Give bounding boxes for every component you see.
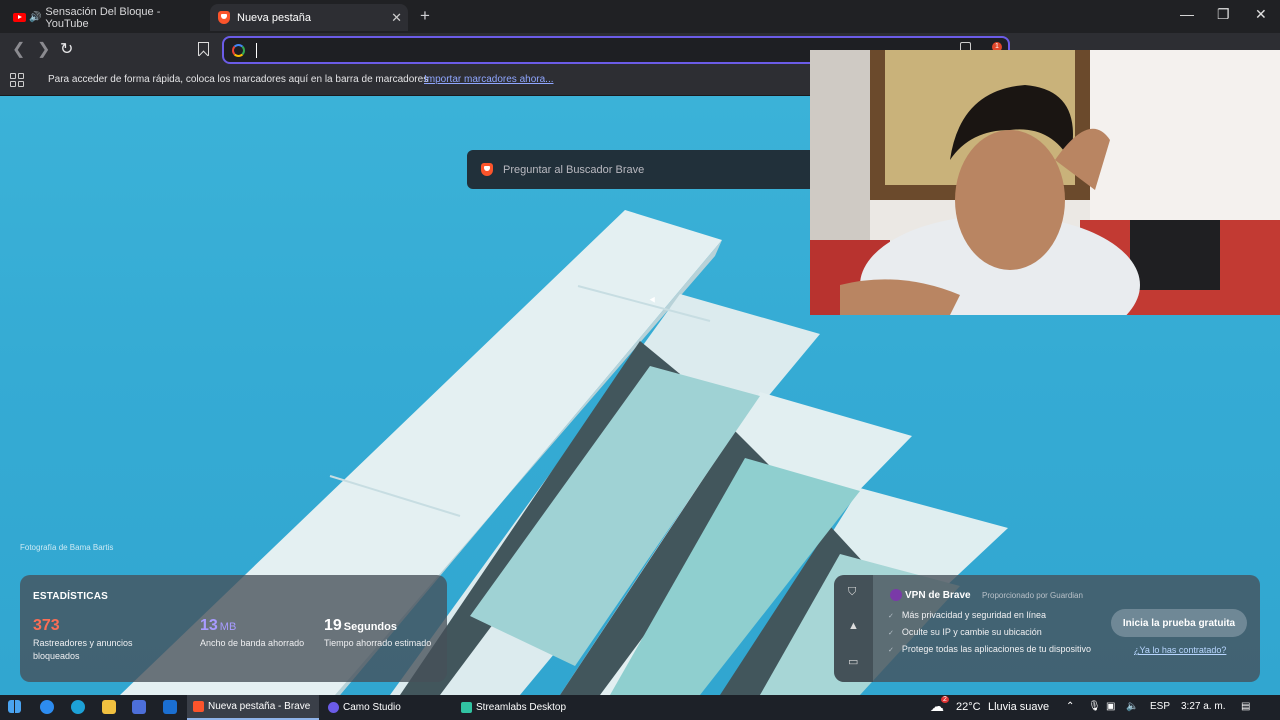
bookmarks-hint: Para acceder de forma rápida, coloca los…	[48, 74, 429, 85]
minimize-icon[interactable]: —	[1180, 6, 1194, 22]
brave-search-icon	[481, 163, 493, 176]
stat-time: 19 Segundos Tiempo ahorrado estimado	[324, 617, 434, 650]
notifications-icon[interactable]: ▤	[1241, 701, 1250, 712]
stats-widget: ESTADÍSTICAS 373 Rastreadores y anuncios…	[20, 575, 447, 682]
widget-sidebar: ⛉ ▲ ▭	[834, 575, 873, 682]
edge-icon[interactable]	[71, 700, 85, 714]
store-icon[interactable]	[132, 700, 146, 714]
vpn-feature: Oculte su IP y cambie su ubicación	[888, 627, 1042, 637]
copilot-icon[interactable]	[40, 700, 54, 714]
stat-label: Tiempo ahorrado estimado	[324, 638, 432, 648]
tab-youtube[interactable]: 🔊 Sensación Del Bloque - YouTube	[6, 4, 206, 31]
text-caret	[256, 43, 257, 58]
tab-title: Nueva pestaña	[237, 11, 311, 24]
stat-label: Rastreadores y anuncios bloqueados	[33, 638, 133, 661]
windows-taskbar: Nueva pestaña - Brave Camo Studio Stream…	[0, 695, 1280, 720]
youtube-icon	[13, 13, 26, 22]
taskbar-app-label: Streamlabs Desktop	[476, 702, 567, 713]
vpn-feature: Protege todas las aplicaciones de tu dis…	[888, 644, 1091, 654]
vpn-title: VPN de Brave	[905, 590, 971, 601]
weather-temp[interactable]: 22°C	[956, 701, 981, 713]
tab-strip: 🔊 Sensación Del Bloque - YouTube Nueva p…	[0, 0, 1280, 33]
webcam-overlay	[810, 50, 1280, 315]
photo-credit[interactable]: Fotografía de Bama Bartis	[20, 543, 113, 552]
app-icon[interactable]	[163, 700, 177, 714]
brave-search-box[interactable]	[467, 150, 817, 189]
language-indicator[interactable]: ESP	[1150, 701, 1170, 712]
google-icon	[232, 44, 245, 57]
taskbar-app-camo[interactable]: Camo Studio	[322, 695, 452, 720]
stat-value: 19	[324, 617, 342, 634]
already-subscribed-link[interactable]: ¿Ya lo has contratado?	[1134, 645, 1226, 655]
file-explorer-icon[interactable]	[102, 700, 116, 714]
vpn-widget: ⛉ ▲ ▭ VPN de Brave Proporcionado por Gua…	[834, 575, 1260, 682]
back-icon[interactable]: ❮	[12, 39, 25, 59]
stat-value: 13	[200, 617, 218, 634]
brave-icon	[193, 701, 204, 712]
new-tab-button[interactable]: +	[420, 6, 430, 26]
webcam-video	[810, 50, 1280, 315]
volume-icon[interactable]: 🔈	[1126, 701, 1138, 712]
taskbar-app-label: Nueva pestaña - Brave	[208, 701, 311, 712]
brave-icon	[218, 11, 230, 24]
import-bookmarks-link[interactable]: Importar marcadores ahora...	[424, 74, 554, 85]
tab-title: Sensación Del Bloque - YouTube	[45, 5, 161, 30]
microphone-icon[interactable]: 🎙	[1088, 701, 1101, 712]
weather-badge: 2	[941, 696, 949, 703]
start-trial-button[interactable]: Inicia la prueba gratuita	[1111, 609, 1247, 637]
stat-bandwidth: 13 MB Ancho de banda ahorrado	[200, 617, 310, 650]
network-icon[interactable]: ▣	[1106, 701, 1115, 712]
cards-icon[interactable]: ▭	[848, 655, 858, 668]
stat-trackers: 373 Rastreadores y anuncios bloqueados	[33, 617, 143, 663]
vpn-provider: Proporcionado por Guardian	[982, 591, 1083, 600]
taskbar-app-streamlabs[interactable]: Streamlabs Desktop	[455, 695, 587, 720]
windows-start-icon[interactable]	[8, 700, 21, 713]
taskbar-app-brave[interactable]: Nueva pestaña - Brave	[187, 695, 319, 720]
vpn-shield-icon[interactable]: ⛉	[848, 586, 856, 599]
reload-icon[interactable]: ↻	[60, 39, 73, 59]
close-window-icon[interactable]: ✕	[1255, 6, 1267, 23]
tab-new-tab[interactable]: Nueva pestaña ✕	[210, 4, 408, 31]
apps-grid-icon[interactable]	[10, 73, 24, 87]
stat-label: Ancho de banda ahorrado	[200, 638, 305, 648]
streamlabs-icon	[461, 702, 472, 713]
taskbar-app-label: Camo Studio	[343, 702, 401, 713]
camo-icon	[328, 702, 339, 713]
stat-unit: Segundos	[343, 621, 397, 633]
weather-condition[interactable]: Lluvia suave	[988, 701, 1049, 713]
stats-title: ESTADÍSTICAS	[33, 591, 108, 602]
forward-icon[interactable]: ❯	[37, 39, 50, 59]
vpn-feature: Más privacidad y seguridad en línea	[888, 610, 1046, 620]
audio-playing-icon[interactable]: 🔊	[29, 12, 41, 23]
close-tab-icon[interactable]: ✕	[391, 10, 402, 26]
rewards-triangle-icon[interactable]: ▲	[848, 620, 859, 632]
search-input[interactable]	[503, 159, 793, 181]
stat-value: 373	[33, 617, 60, 634]
bookmark-icon[interactable]	[198, 42, 209, 56]
clock[interactable]: 3:27 a. m.	[1181, 701, 1225, 712]
maximize-icon[interactable]: ❐	[1217, 6, 1230, 23]
tray-overflow-icon[interactable]: ⌃	[1066, 701, 1074, 712]
stat-unit: MB	[219, 621, 237, 633]
